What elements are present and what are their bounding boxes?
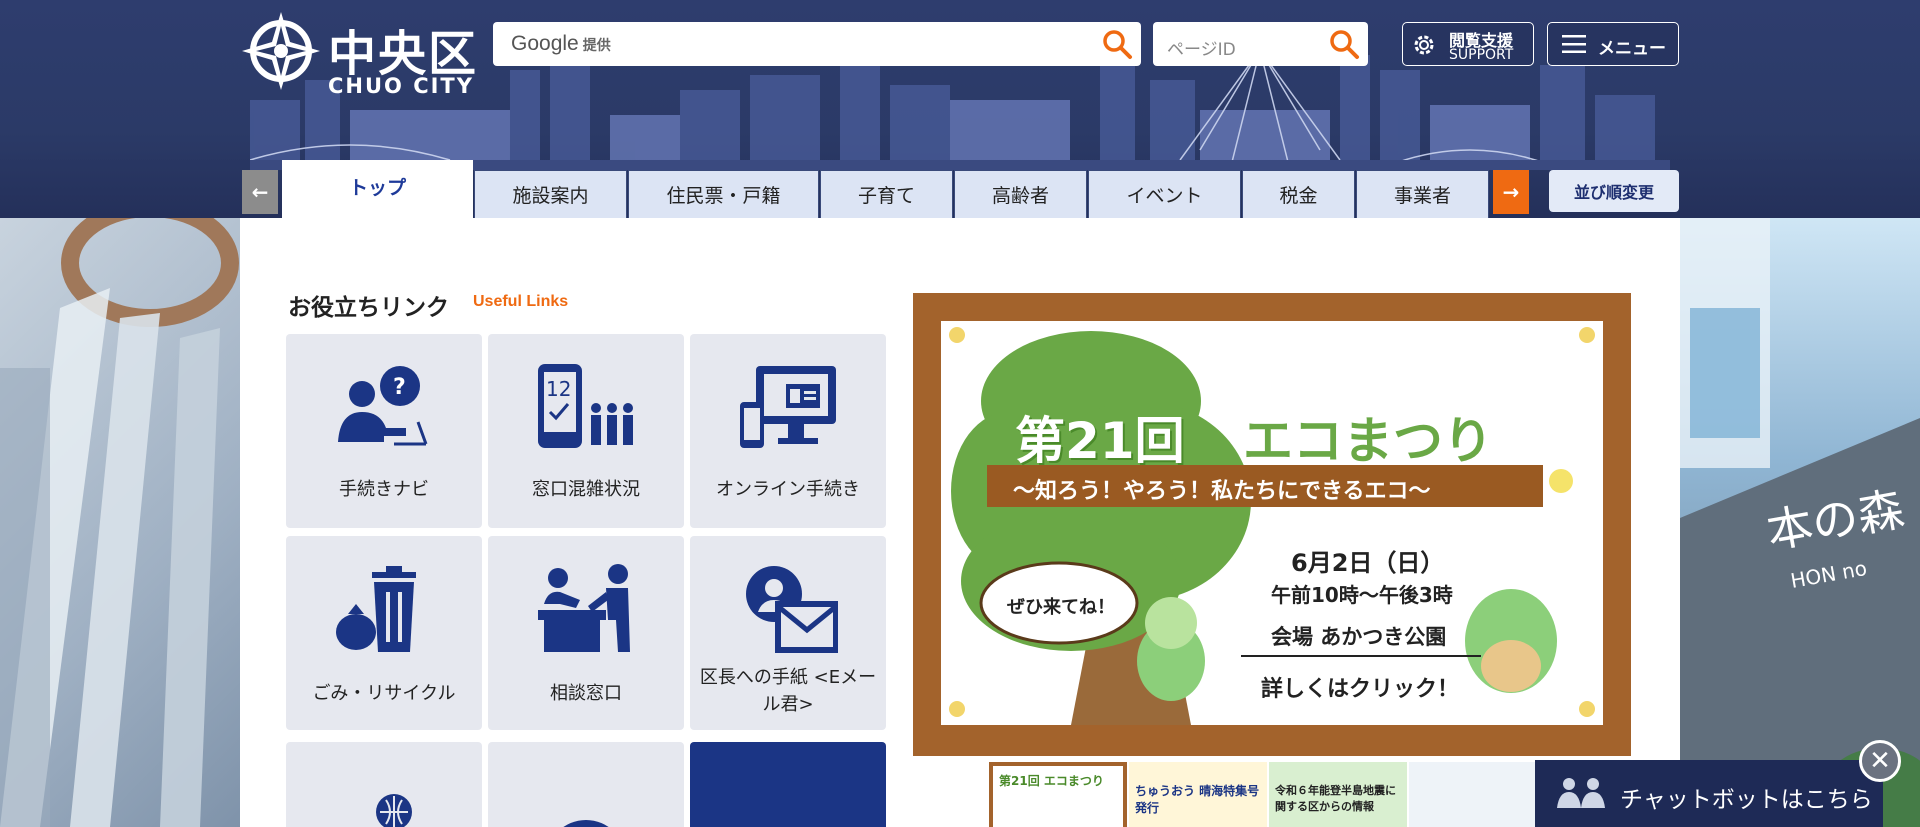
category-tabs: ← トップ 施設案内 住民票・戸籍 子育て 高齢者 イベント 税金 事業者 → … <box>242 160 1682 218</box>
tab-top[interactable]: トップ <box>282 160 473 218</box>
tab-childcare[interactable]: 子育て <box>820 170 953 218</box>
garbage-recycle-icon <box>336 566 416 652</box>
tile-letter-to-mayor[interactable]: 区長への手紙 <Eメール君> <box>690 536 886 730</box>
procedure-navi-icon: ? <box>338 366 428 446</box>
thumbnail-item[interactable]: ちゅうおう 晴海特集号発行 <box>1129 762 1267 827</box>
chuo-emblem-icon <box>242 12 320 90</box>
tile-online-procedure[interactable]: オンライン手続き <box>690 334 886 528</box>
page-id-search-input[interactable]: ページID <box>1153 22 1368 66</box>
background-photo-left <box>0 218 240 827</box>
globe-person-icon <box>376 794 412 827</box>
tab-elderly[interactable]: 高齢者 <box>954 170 1087 218</box>
site-search-input[interactable]: Google 提供 <box>493 22 1141 66</box>
tile-label: ごみ・リサイクル <box>312 683 456 704</box>
tile-highlighted[interactable] <box>690 742 886 827</box>
banner-poster: 第21回 エコまつり 〜知ろう！やろう！私たちにできるエコ〜 ぜひ来てね！ 6月… <box>941 321 1603 725</box>
main-content: お役立ちリンク Useful Links ? 手続きナビ 12 窓口混雑状況 オ… <box>240 218 1680 827</box>
gear-icon <box>1414 35 1434 55</box>
eco-festival-banner[interactable]: 第21回 エコまつり 〜知ろう！やろう！私たちにできるエコ〜 ぜひ来てね！ 6月… <box>913 293 1631 756</box>
chatbot-button[interactable]: チャットボットはこちら <box>1535 760 1883 827</box>
banner-time: 午前10時〜午後3時 <box>1271 583 1453 607</box>
banner-thumbnails: 第21回 エコまつり ちゅうおう 晴海特集号発行 令和６年能登半島地震に関する区… <box>989 762 1589 827</box>
banner-venue: 会場 あかつき公園 <box>1271 625 1447 649</box>
tab-tax[interactable]: 税金 <box>1242 170 1355 218</box>
useful-links-subheading: Useful Links <box>473 293 569 310</box>
logo-subtitle: CHUO CITY <box>328 74 474 98</box>
tile-procedure-navi[interactable]: ? 手続きナビ <box>286 334 482 528</box>
tile-garbage-recycle[interactable]: ごみ・リサイクル <box>286 536 482 730</box>
chatbot-label: チャットボットはこちら <box>1620 787 1873 813</box>
chatbot-people-icon <box>1557 778 1605 808</box>
background-photo-right: 本の森 HON no <box>1680 218 1920 827</box>
tile-label: 相談窓口 <box>550 683 622 704</box>
banner-date: 6月2日（日） <box>1291 549 1445 577</box>
support-label-en: SUPPORT <box>1449 47 1514 63</box>
menu-label: メニュー <box>1598 39 1666 59</box>
tile-counter-congestion[interactable]: 12 窓口混雑状況 <box>488 334 684 528</box>
thumbnail-item[interactable]: 令和６年能登半島地震に関する区からの情報 <box>1269 762 1407 827</box>
tile-multilingual[interactable] <box>286 742 482 827</box>
tab-resident-registry[interactable]: 住民票・戸籍 <box>628 170 819 218</box>
thumbnail-item[interactable] <box>1409 762 1547 827</box>
counter-congestion-icon: 12 <box>538 364 633 448</box>
tile-consultation[interactable]: 相談窓口 <box>488 536 684 730</box>
site-logo[interactable]: 中央区 CHUO CITY <box>240 10 480 98</box>
svg-text:12: 12 <box>546 377 571 401</box>
disc-icon <box>563 820 609 827</box>
search-icon[interactable] <box>1101 28 1133 60</box>
svg-text:?: ? <box>393 375 406 400</box>
support-button[interactable]: 閲覧支援 SUPPORT <box>1402 22 1534 66</box>
online-procedure-icon <box>740 366 836 448</box>
banner-title-number: 第21回 <box>1015 412 1185 470</box>
tile-label: 窓口混雑状況 <box>532 479 640 500</box>
tile-label: 区長への手紙 <Eメール君> <box>699 667 877 715</box>
letter-mail-icon <box>746 566 838 653</box>
tile-label: 手続きナビ <box>339 479 429 500</box>
sort-order-button[interactable]: 並び順変更 <box>1549 170 1679 212</box>
page-id-placeholder: ページID <box>1167 40 1236 60</box>
tab-business[interactable]: 事業者 <box>1356 170 1489 218</box>
consultation-icon <box>538 564 630 652</box>
tab-next-arrow-icon[interactable]: → <box>1493 170 1529 214</box>
tile-disc[interactable] <box>488 742 684 827</box>
google-provider-label: Google 提供 <box>511 32 611 55</box>
tab-facilities[interactable]: 施設案内 <box>474 170 627 218</box>
tab-prev-arrow-icon[interactable]: ← <box>242 170 278 214</box>
menu-button[interactable]: メニュー <box>1547 22 1679 66</box>
banner-cta: 詳しくはクリック！ <box>1261 677 1460 702</box>
banner-speech: ぜひ来てね！ <box>1007 597 1115 618</box>
useful-links-heading: お役立ちリンク <box>288 295 449 321</box>
thumbnail-item[interactable]: 第21回 エコまつり <box>989 762 1127 827</box>
tab-events[interactable]: イベント <box>1088 170 1241 218</box>
banner-title: エコまつり <box>1243 412 1493 470</box>
banner-subtitle: 〜知ろう！やろう！私たちにできるエコ〜 <box>1013 479 1431 504</box>
tile-label: オンライン手続き <box>716 479 860 500</box>
close-icon[interactable]: ✕ <box>1859 740 1901 782</box>
hamburger-icon <box>1562 35 1586 53</box>
search-icon[interactable] <box>1328 28 1360 60</box>
site-header: 中央区 CHUO CITY Google 提供 ページID 閲覧支援 SUPPOR… <box>0 0 1920 218</box>
